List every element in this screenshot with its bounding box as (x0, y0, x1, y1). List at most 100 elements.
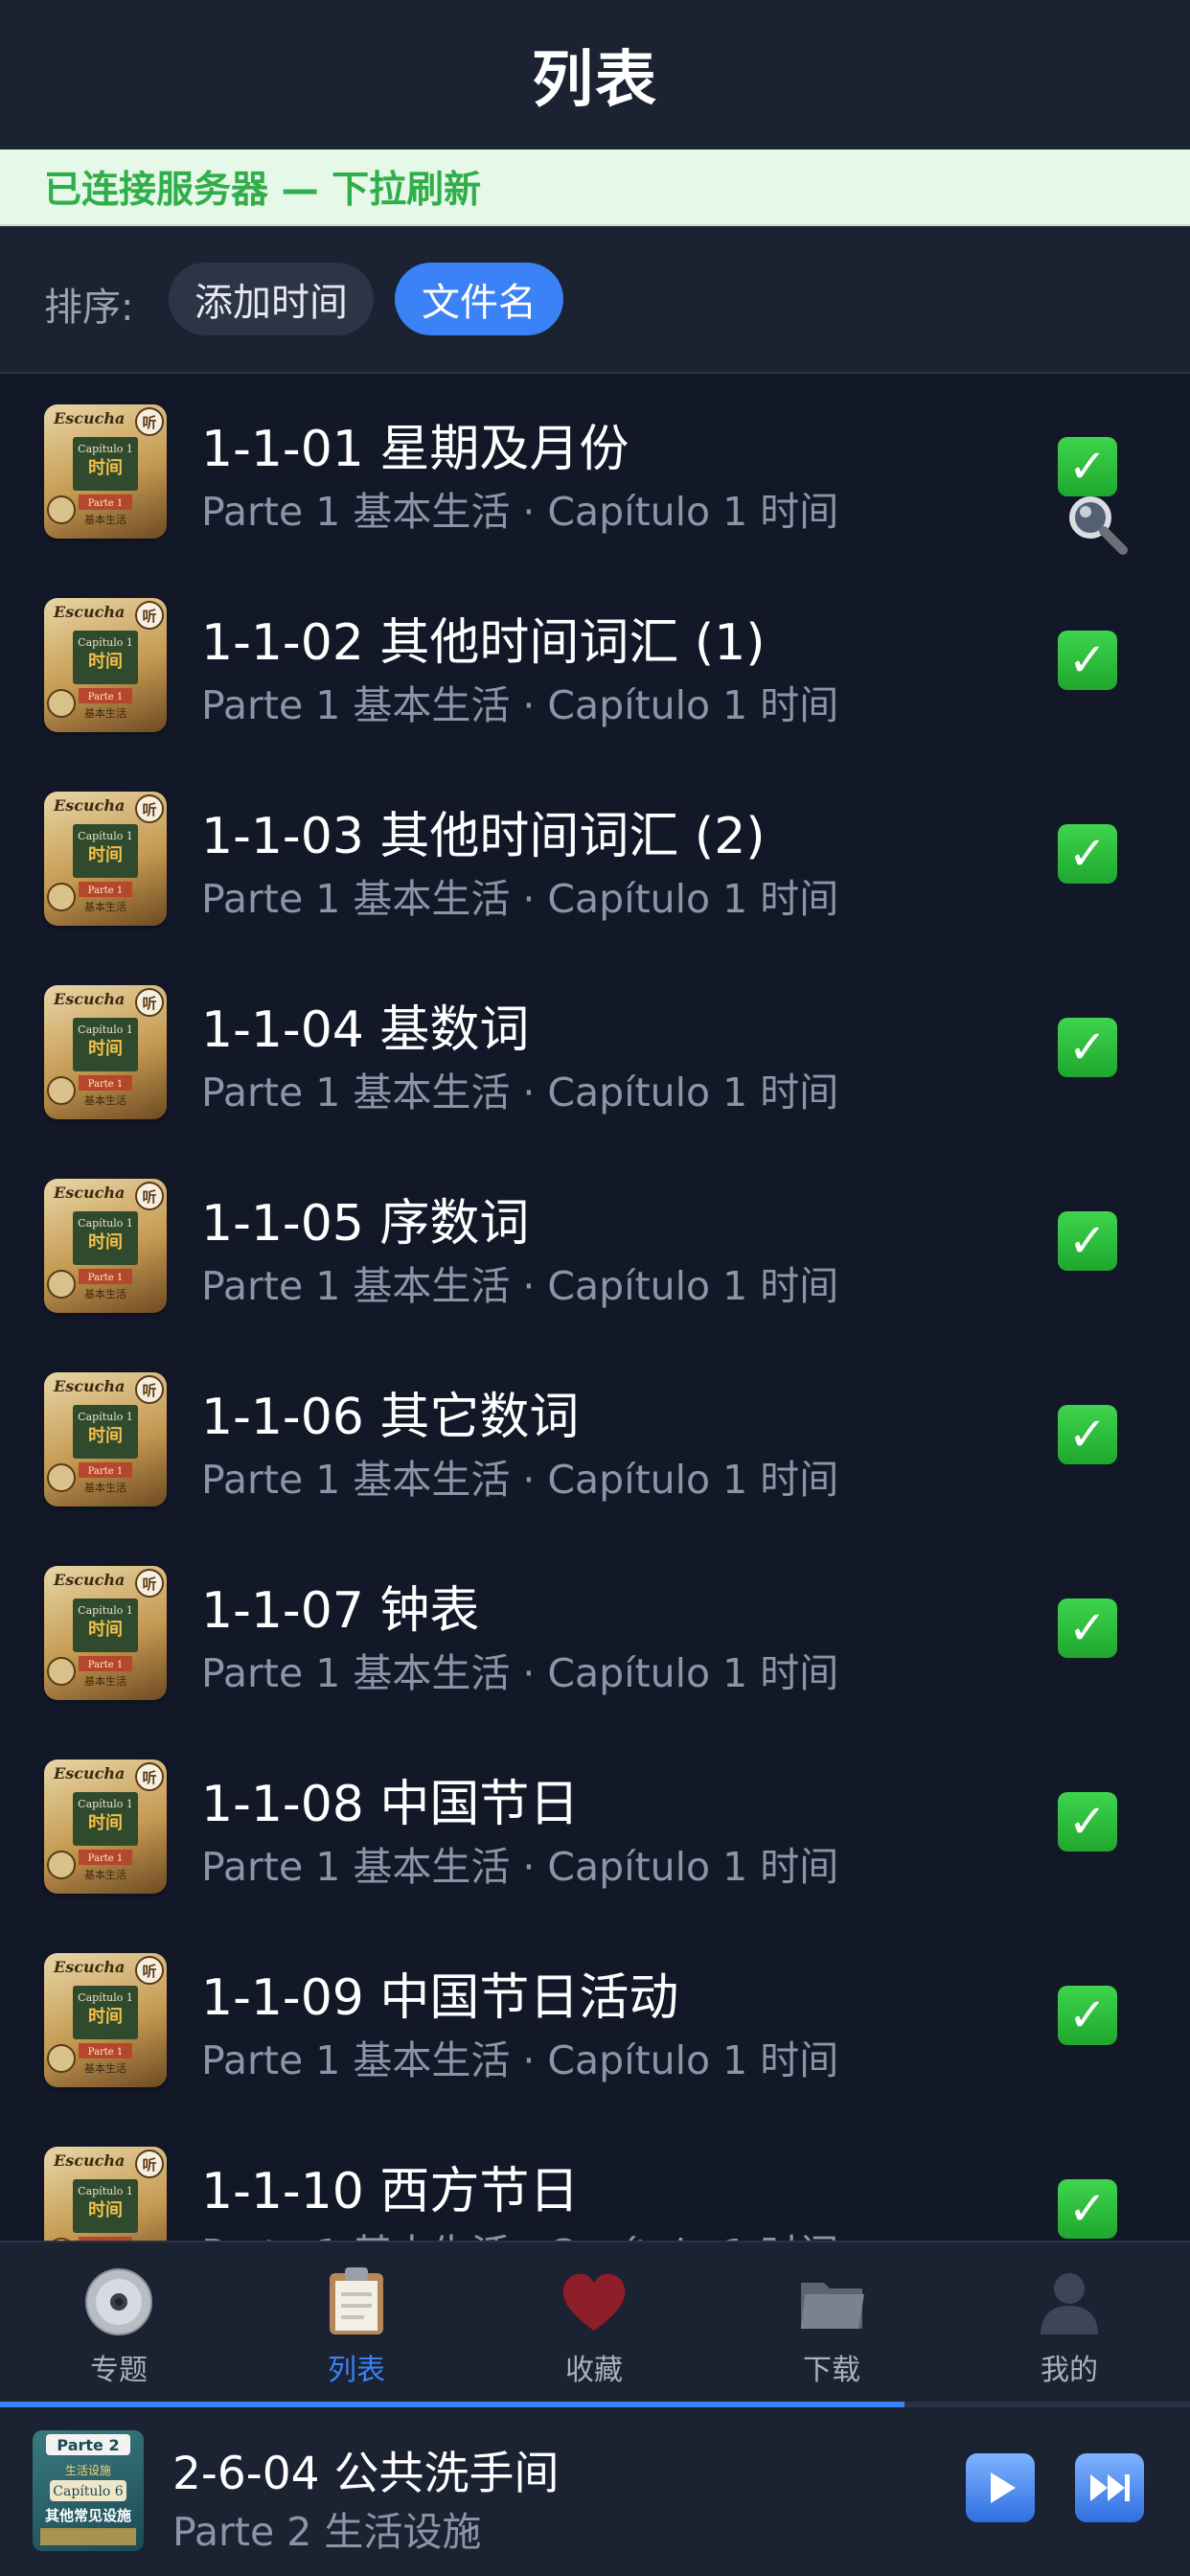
list-item[interactable]: Escucha 听 Capítulo 1 时间 Parte 1 基本生活 1-1-07 钟表… (0, 1535, 1190, 1729)
tab-bar: 专题 列表 收藏 下载 我的 (0, 2241, 1190, 2404)
svg-text:时间: 时间 (88, 2007, 123, 2027)
downloaded-check-icon: ✓ (1058, 1405, 1117, 1464)
track-title: 1-1-02 其他时间词汇 (1) (201, 614, 766, 672)
tab-favorites[interactable]: 收藏 (475, 2242, 713, 2404)
sort-by-added-time-button[interactable]: 添加时间 (169, 263, 374, 335)
svg-text:Capítulo 1: Capítulo 1 (78, 1411, 133, 1423)
svg-text:基本生活: 基本生活 (84, 1287, 126, 1300)
person-icon (1033, 2266, 1106, 2338)
cover-chapter-text: Capítulo 6 (53, 2484, 123, 2499)
tab-downloads[interactable]: 下载 (713, 2242, 950, 2404)
now-playing-cover: Parte 2 生活设施 Capítulo 6 其他常见设施 (33, 2430, 144, 2551)
svg-text:Capítulo 1: Capítulo 1 (78, 636, 133, 649)
svg-text:Capítulo 1: Capítulo 1 (78, 1798, 133, 1810)
downloaded-check-icon: ✓ (1058, 631, 1117, 690)
sort-label: 排序: (44, 286, 134, 330)
list-item[interactable]: Escucha 听 Capítulo 1 时间 Parte 1 基本生活 1-1-02 其他… (0, 567, 1190, 761)
folder-icon (795, 2266, 868, 2338)
svg-text:Capítulo 1: Capítulo 1 (78, 2185, 133, 2197)
svg-text:Parte 1: Parte 1 (88, 1853, 124, 1864)
tab-label: 下载 (803, 2354, 860, 2387)
list-item[interactable]: Escucha 听 Capítulo 1 时间 Parte 1 基本生活 1-1-01 星期… (0, 374, 1190, 567)
track-subtitle: Parte 1 基本生活 · Capítulo 1 时间 (201, 1263, 839, 1309)
now-playing-title: 2-6-04 公共洗手间 (172, 2448, 560, 2500)
svg-text:Capítulo 1: Capítulo 1 (78, 1991, 133, 2004)
svg-text:Escucha: Escucha (53, 1377, 125, 1395)
svg-text:Parte 1: Parte 1 (88, 1466, 124, 1477)
track-cover: Escucha 听 Capítulo 1 时间 Parte 1 基本生活 (44, 1179, 167, 1313)
track-cover: Escucha 听 Capítulo 1 时间 Parte 1 基本生活 (44, 598, 167, 732)
svg-text:听: 听 (142, 995, 156, 1012)
track-cover: Escucha 听 Capítulo 1 时间 Parte 1 基本生活 (44, 1566, 167, 1700)
svg-text:时间: 时间 (88, 458, 123, 478)
play-button[interactable] (966, 2453, 1035, 2522)
list-item[interactable]: Escucha 听 Capítulo 1 时间 Parte 1 基本生活 1-1-04 基数… (0, 954, 1190, 1148)
top-bar: 列表 (0, 0, 1190, 150)
track-title: 1-1-01 星期及月份 (201, 421, 629, 478)
svg-text:Escucha: Escucha (53, 1764, 125, 1782)
track-title: 1-1-05 序数词 (201, 1195, 530, 1253)
connection-status-text: 已连接服务器 — 下拉刷新 (44, 169, 482, 212)
track-subtitle: Parte 1 基本生活 · Capítulo 1 时间 (201, 876, 839, 922)
track-title: 1-1-07 钟表 (201, 1582, 480, 1640)
track-subtitle: Parte 1 基本生活 · Capítulo 1 时间 (201, 2037, 839, 2083)
now-playing-subtitle: Parte 2 生活设施 (172, 2509, 482, 2555)
track-cover: Escucha 听 Capítulo 1 时间 Parte 1 基本生活 (44, 985, 167, 1119)
sort-by-filename-button[interactable]: 文件名 (395, 263, 563, 335)
track-cover: Escucha 听 Capítulo 1 时间 Parte 1 基本生活 (44, 1953, 167, 2087)
track-subtitle: Parte 1 基本生活 · Capítulo 1 时间 (201, 682, 839, 728)
track-subtitle: Parte 1 基本生活 · Capítulo 1 时间 (201, 1070, 839, 1116)
track-title: 1-1-03 其他时间词汇 (2) (201, 808, 766, 865)
disc-icon (82, 2266, 155, 2338)
svg-text:Escucha: Escucha (53, 603, 125, 621)
svg-text:Capítulo 1: Capítulo 1 (78, 1024, 133, 1036)
svg-text:基本生活: 基本生活 (84, 1674, 126, 1688)
svg-text:Parte 1: Parte 1 (88, 1079, 124, 1090)
svg-text:Capítulo 1: Capítulo 1 (78, 1217, 133, 1230)
svg-text:Parte 1: Parte 1 (88, 692, 124, 702)
svg-text:Parte 1: Parte 1 (88, 1660, 124, 1670)
list-item[interactable]: Escucha 听 Capítulo 1 时间 Parte 1 基本生活 1-1-08 中国… (0, 1729, 1190, 1922)
list-item[interactable]: Escucha 听 Capítulo 1 时间 Parte 1 基本生活 1-1-05 序数… (0, 1148, 1190, 1342)
tab-list[interactable]: 列表 (238, 2242, 475, 2404)
track-title: 1-1-09 中国节日活动 (201, 1969, 679, 2027)
svg-text:听: 听 (142, 414, 156, 431)
tab-profile[interactable]: 我的 (950, 2242, 1188, 2404)
connection-status-banner[interactable]: 已连接服务器 — 下拉刷新 (0, 150, 1190, 226)
track-cover: Escucha 听 Capítulo 1 时间 Parte 1 基本生活 (44, 1372, 167, 1506)
track-subtitle: Parte 1 基本生活 · Capítulo 1 时间 (201, 489, 839, 535)
downloaded-check-icon: ✓ (1058, 2179, 1117, 2239)
downloaded-check-icon: ✓ (1058, 1211, 1117, 1271)
svg-text:Parte 1: Parte 1 (88, 1273, 124, 1283)
svg-text:听: 听 (142, 1188, 156, 1206)
mini-player[interactable]: Parte 2 生活设施 Capítulo 6 其他常见设施 2-6-04 公共… (0, 2407, 1190, 2576)
play-icon (991, 2472, 1016, 2503)
tab-label: 专题 (90, 2354, 148, 2387)
list-item[interactable]: Escucha 听 Capítulo 1 时间 Parte 1 基本生活 1-1-06 其它… (0, 1342, 1190, 1535)
svg-text:Parte 1: Parte 1 (88, 886, 124, 896)
svg-text:时间: 时间 (88, 2200, 123, 2220)
cover-topic-text: 其他常见设施 (45, 2507, 131, 2524)
svg-text:听: 听 (142, 801, 156, 818)
heart-icon (558, 2266, 630, 2338)
list-item[interactable]: Escucha听Capítulo 1时间Parte 1基本生活1-1-10 西方… (0, 2116, 1190, 2241)
tab-label: 我的 (1041, 2354, 1098, 2387)
sort-bar: 排序: 添加时间 文件名 (0, 226, 1190, 555)
next-track-button[interactable] (1075, 2453, 1144, 2522)
downloaded-check-icon: ✓ (1058, 437, 1117, 496)
skip-next-icon (1090, 2474, 1130, 2501)
track-title: 1-1-04 基数词 (201, 1001, 530, 1059)
downloaded-check-icon: ✓ (1058, 1598, 1117, 1658)
downloaded-check-icon: ✓ (1058, 824, 1117, 884)
svg-text:基本生活: 基本生活 (84, 513, 126, 526)
tab-topics[interactable]: 专题 (0, 2242, 238, 2404)
track-subtitle: Parte 1 基本生活 · Capítulo 1 时间 (201, 1457, 839, 1503)
svg-text:时间: 时间 (88, 1620, 123, 1640)
track-title: 1-1-06 其它数词 (201, 1389, 580, 1446)
clipboard-icon (320, 2266, 393, 2338)
list-item[interactable]: Escucha 听 Capítulo 1 时间 Parte 1 基本生活 1-1-03 其他… (0, 761, 1190, 954)
svg-text:时间: 时间 (88, 652, 123, 672)
svg-text:Escucha: Escucha (53, 990, 125, 1008)
svg-text:时间: 时间 (88, 1426, 123, 1446)
list-item[interactable]: Escucha 听 Capítulo 1 时间 Parte 1 基本生活 1-1-09 中国… (0, 1922, 1190, 2116)
